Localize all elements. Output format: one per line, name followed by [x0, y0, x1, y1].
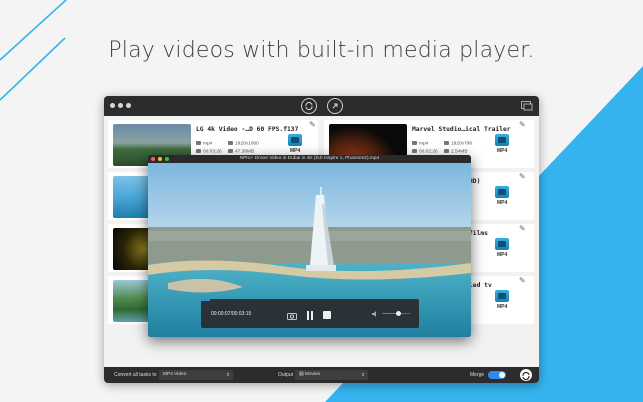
bottom-bar: Convert all tasks to MP4 Video ⇕ Output … [104, 367, 539, 383]
media-library-icon[interactable] [521, 101, 533, 111]
snapshot-camera-icon[interactable] [287, 312, 297, 320]
resolution-icon [444, 141, 449, 145]
format-icon [196, 141, 201, 145]
convert-icon [522, 371, 530, 381]
player-controls: 00:00:07/00:03:15 [201, 299, 419, 328]
task-title: Marvel Studio…ical Trailer [412, 126, 511, 133]
merge-label: Merge [470, 372, 485, 378]
task-size: 47.38MB [235, 149, 255, 155]
title-bar [104, 96, 539, 116]
task-title: led tv [469, 282, 492, 289]
task-title: films [469, 230, 488, 237]
edit-icon[interactable]: ✎ [309, 120, 316, 129]
player-zoom-button[interactable] [165, 157, 169, 161]
merge-toggle[interactable] [488, 371, 506, 379]
output-format-icon[interactable] [288, 134, 302, 146]
seek-progress[interactable] [201, 299, 210, 301]
convert-icon[interactable] [301, 98, 317, 114]
output-format-icon[interactable] [495, 186, 509, 198]
convert-all-button[interactable] [520, 369, 532, 381]
task-duration: 00:02:26 [419, 149, 438, 155]
download-icon[interactable] [327, 98, 343, 114]
convert-format-value: MP4 Video [163, 372, 187, 377]
edit-icon[interactable]: ✎ [519, 172, 526, 181]
output-format-label: MP4 [497, 148, 508, 154]
task-size: 2.54MB [451, 149, 468, 155]
task-format: mp4 [203, 141, 213, 147]
convert-format-select[interactable]: MP4 Video ⇕ [159, 370, 233, 380]
resolution-icon [228, 141, 233, 145]
output-format-icon[interactable] [495, 238, 509, 250]
stop-icon[interactable] [323, 311, 331, 319]
output-format-icon[interactable] [495, 134, 509, 146]
convert-all-label: Convert all tasks to [114, 372, 157, 378]
output-folder-select[interactable]: ▤ Movies ⇕ [295, 370, 368, 380]
playback-time: 00:00:07/00:03:15 [211, 311, 252, 317]
output-folder-value: Movies [304, 372, 321, 377]
edit-icon[interactable]: ✎ [519, 276, 526, 285]
close-window-button[interactable] [110, 103, 115, 108]
clock-icon [196, 149, 201, 153]
select-arrows-icon: ⇕ [226, 372, 230, 377]
select-arrows-icon: ⇕ [361, 372, 365, 377]
volume-slider[interactable] [382, 311, 410, 316]
output-format-icon[interactable] [495, 290, 509, 302]
task-resolution: 1920x798 [451, 141, 473, 147]
volume-knob[interactable] [396, 311, 402, 316]
output-format-label: MP4 [290, 148, 301, 154]
volume-icon[interactable] [372, 311, 378, 317]
zoom-window-button[interactable] [126, 103, 131, 108]
filesize-icon [444, 149, 449, 153]
media-player-window: NPro+ Drone Video in Dubai in 4K (DJI In… [148, 155, 471, 337]
task-title: LG 4k Video -…D 60 FPS.f137 [196, 126, 299, 133]
output-format-label: MP4 [497, 304, 508, 310]
headline: Play videos with built-in media player. [108, 38, 535, 63]
task-resolution: 1920x1080 [235, 141, 259, 147]
output-label: Output [278, 372, 294, 378]
edit-icon[interactable]: ✎ [519, 224, 526, 233]
edit-icon[interactable]: ✎ [519, 120, 526, 129]
player-minimize-button[interactable] [158, 157, 162, 161]
pause-icon[interactable] [306, 311, 314, 320]
minimize-window-button[interactable] [118, 103, 123, 108]
player-title: NPro+ Drone Video in Dubai in 4K (DJI In… [148, 155, 471, 163]
player-close-button[interactable] [151, 157, 155, 161]
output-format-label: MP4 [497, 252, 508, 258]
filesize-icon [228, 149, 233, 153]
task-duration: 00:03:26 [203, 149, 222, 155]
output-format-label: MP4 [497, 200, 508, 206]
clock-icon [412, 149, 417, 153]
format-icon [412, 141, 417, 145]
task-format: mp4 [419, 141, 429, 147]
